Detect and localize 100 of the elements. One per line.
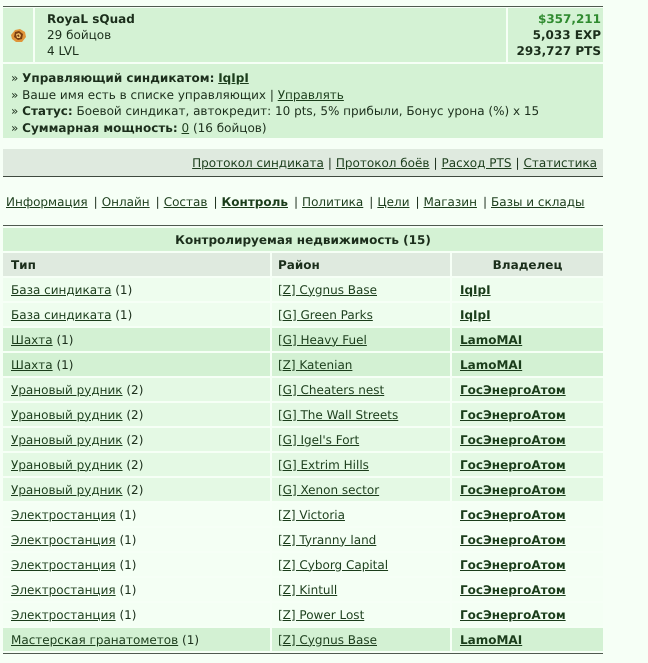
property-count: (1) [119, 558, 136, 572]
property-link[interactable]: База синдиката [11, 282, 112, 296]
owner-link[interactable]: ГосЭнергоАтом [460, 408, 566, 422]
district-link[interactable]: [Z] Cyborg Capital [278, 558, 388, 572]
separator: | [369, 195, 374, 209]
property-link[interactable]: Шахта [11, 358, 53, 372]
owner-link[interactable]: LamoMAI [460, 632, 522, 646]
separator: | [156, 195, 160, 209]
log-link[interactable]: Протокол боёв [336, 156, 430, 170]
owner-link[interactable]: ГосЭнергоАтом [460, 582, 566, 596]
separator: | [433, 156, 438, 170]
pts-amount: 293,727 PTS [516, 43, 601, 59]
nav-tab[interactable]: Онлайн [102, 195, 150, 209]
log-link[interactable]: Расход PTS [442, 156, 512, 170]
log-link[interactable]: Протокол синдиката [192, 156, 324, 170]
owner-link[interactable]: LamoMAI [460, 358, 522, 372]
district-link[interactable]: [G] Xenon sector [278, 482, 380, 496]
owner-link[interactable]: ГосЭнергоАтом [460, 382, 566, 396]
property-link[interactable]: Электростанция [11, 582, 116, 596]
property-count: (1) [119, 608, 136, 622]
district-link[interactable]: [G] The Wall Streets [278, 408, 398, 422]
property-count: (1) [182, 632, 200, 646]
nav-tab[interactable]: Цели [377, 195, 410, 209]
separator: | [328, 156, 332, 170]
property-link[interactable]: Урановый рудник [11, 382, 123, 396]
separator: | [213, 195, 218, 209]
property-link[interactable]: Урановый рудник [11, 432, 123, 446]
separator: | [294, 195, 298, 209]
property-count: (2) [126, 408, 144, 422]
info-line: » Управляющий синдикатом: IqIpI [11, 70, 250, 87]
property-count: (1) [119, 508, 136, 522]
owner-link[interactable]: ГосЭнергоАтом [460, 558, 566, 572]
owner-link[interactable]: ГосЭнергоАтом [460, 608, 566, 622]
property-link[interactable]: Электростанция [11, 558, 116, 572]
nav-tab[interactable]: Базы и склады [490, 195, 584, 209]
district-link[interactable]: [Z] Tyranny land [278, 532, 376, 546]
owner-link[interactable]: ГосЭнергоАтом [460, 482, 566, 496]
separator: | [94, 195, 98, 209]
nav-tab[interactable]: Информация [6, 195, 88, 209]
district-link[interactable]: [Z] Cygnus Base [278, 282, 377, 296]
district-link[interactable]: [G] Cheaters nest [278, 382, 384, 396]
property-link[interactable]: Шахта [11, 332, 53, 346]
separator: | [416, 195, 420, 209]
owner-link[interactable]: ГосЭнергоАтом [460, 458, 566, 472]
info-line: » Суммарная мощность: 0 (16 бойцов) [11, 120, 268, 137]
separator: | [482, 195, 487, 209]
property-link[interactable]: Мастерская гранатометов [11, 632, 178, 646]
property-link[interactable]: Электростанция [11, 508, 116, 522]
owner-link[interactable]: IqIpI [460, 308, 491, 322]
column-header: Район [272, 253, 450, 276]
exp-amount: 5,033 EXP [532, 27, 601, 43]
district-link[interactable]: [Z] Power Lost [278, 608, 364, 622]
property-count: (1) [56, 358, 74, 372]
column-header: Тип [3, 253, 270, 276]
property-link[interactable]: Урановый рудник [11, 458, 123, 472]
property-count: (1) [115, 282, 132, 296]
property-count: (1) [119, 582, 136, 596]
money-amount: $357,211 [538, 11, 601, 27]
district-link[interactable]: [Z] Cygnus Base [278, 632, 377, 646]
nav-tab[interactable]: Политика [302, 195, 364, 209]
property-link[interactable]: База синдиката [11, 308, 112, 322]
district-link[interactable]: [Z] Kintull [278, 582, 338, 596]
manager-link[interactable]: IqIpI [218, 71, 249, 85]
info-line: » Ваше имя есть в списке управляющих | Управлять [11, 86, 345, 104]
nav-tab[interactable]: Магазин [424, 195, 477, 209]
owner-link[interactable]: ГосЭнергоАтом [460, 508, 566, 522]
property-link[interactable]: Урановый рудник [11, 408, 123, 422]
owner-link[interactable]: ГосЭнергоАтом [460, 432, 566, 446]
info-link[interactable]: 0 [182, 121, 190, 136]
table-title: Контролируемая недвижимость (15) [3, 228, 603, 251]
property-link[interactable]: Электростанция [11, 608, 116, 622]
district-link[interactable]: [Z] Katenian [278, 358, 352, 372]
info-line: » Статус: Боевой синдикат, автокредит: 10 pts, 5% прибыли, Бонус урона (%) x 15 [11, 103, 540, 120]
property-count: (1) [119, 532, 136, 546]
property-count: (1) [115, 308, 132, 322]
nav-tab[interactable]: Контроль [221, 195, 288, 209]
emblem-icon [10, 28, 26, 42]
property-count: (2) [126, 458, 144, 472]
district-link[interactable]: [Z] Victoria [278, 508, 345, 522]
log-link[interactable]: Статистика [524, 156, 597, 170]
property-count: (2) [126, 482, 144, 496]
member-count: 29 бойцов [47, 27, 112, 43]
separator: | [515, 156, 520, 170]
property-link[interactable]: Урановый рудник [11, 482, 123, 496]
nav-tab[interactable]: Состав [164, 195, 208, 209]
column-header: Владелец [452, 253, 603, 276]
syndicate-name: RoyaL sQuad [47, 11, 136, 27]
district-link[interactable]: [G] Extrim Hills [278, 458, 369, 472]
district-link[interactable]: [G] Green Parks [278, 308, 373, 322]
property-count: (2) [126, 432, 144, 446]
owner-link[interactable]: ГосЭнергоАтом [460, 532, 566, 546]
owner-link[interactable]: LamoMAI [460, 332, 522, 346]
info-link[interactable]: Управлять [278, 88, 344, 102]
property-link[interactable]: Электростанция [11, 532, 116, 546]
owner-link[interactable]: IqIpI [460, 282, 491, 296]
property-count: (1) [56, 332, 74, 346]
district-link[interactable]: [G] Igel's Fort [278, 432, 360, 446]
property-count: (2) [126, 382, 144, 396]
district-link[interactable]: [G] Heavy Fuel [278, 332, 367, 346]
syndicate-level: 4 LVL [47, 43, 80, 59]
